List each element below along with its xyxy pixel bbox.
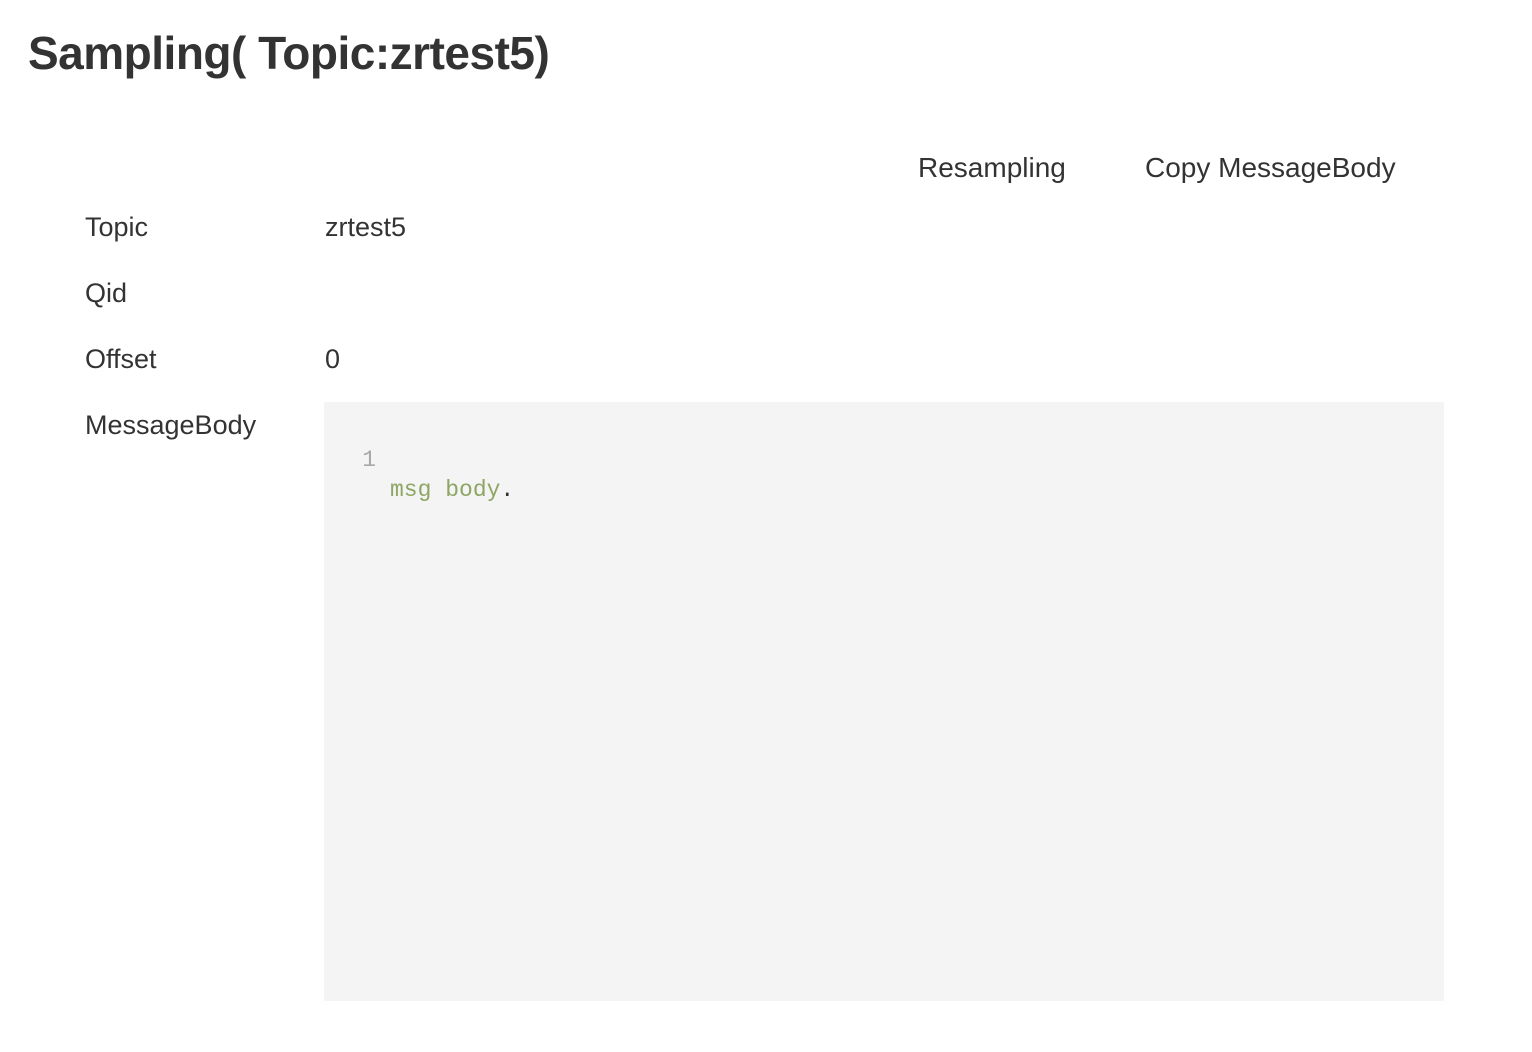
copy-message-body-button[interactable]: Copy MessageBody (1137, 148, 1404, 188)
topic-value: zrtest5 (325, 212, 407, 242)
resampling-button[interactable]: Resampling (910, 148, 1074, 188)
code-text[interactable]: msg body. (390, 475, 514, 505)
offset-label: Offset (85, 344, 157, 374)
code-string: msg body (390, 477, 501, 503)
message-body-label: MessageBody (85, 410, 257, 440)
offset-value: 0 (325, 344, 341, 374)
line-number: 1 (362, 447, 376, 473)
page-title: Sampling( Topic:zrtest5) (28, 27, 550, 79)
code-punctuation: . (500, 477, 515, 503)
qid-label: Qid (85, 278, 128, 308)
topic-label: Topic (85, 212, 149, 242)
sampling-page: Sampling( Topic:zrtest5) Resampling Copy… (0, 0, 1532, 1052)
code-line[interactable]: 1 msg body. (324, 415, 1444, 503)
toolbar: Resampling Copy MessageBody (880, 148, 1440, 192)
message-body-editor[interactable]: 1 msg body. (324, 402, 1444, 1001)
